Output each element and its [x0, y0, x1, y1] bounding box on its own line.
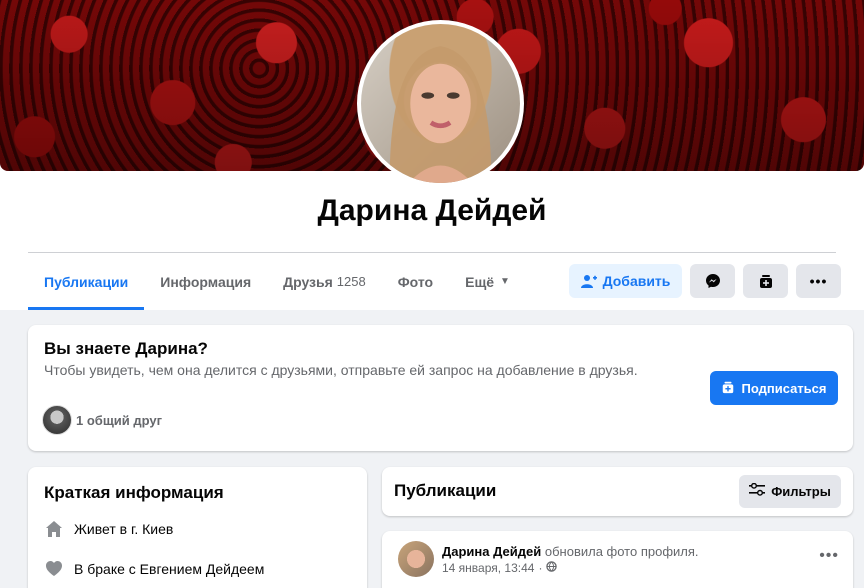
post-meta-separator: ·	[538, 561, 543, 575]
add-friend-label: Добавить	[602, 273, 671, 289]
follow-button[interactable]	[743, 264, 788, 298]
profile-avatar[interactable]	[357, 20, 524, 187]
intro-relationship: В браке с Евгением Дейдеем	[44, 559, 264, 579]
profile-header: Дарина Дейдей Публикации Информация Друз…	[0, 0, 864, 310]
filters-button[interactable]: Фильтры	[739, 475, 841, 508]
post-card: Дарина Дейдей обновила фото профиля. 14 …	[382, 531, 853, 588]
mutual-friends[interactable]: 1 общий друг	[42, 405, 162, 435]
intro-lives-in: Живет в г. Киев	[44, 519, 173, 539]
do-you-know-card: Вы знаете Дарина? Чтобы увидеть, чем она…	[28, 325, 853, 451]
lives-in-prefix: Живет в г.	[74, 521, 139, 537]
heart-icon	[44, 559, 64, 579]
profile-actions: Добавить •••	[569, 264, 841, 298]
tab-friends[interactable]: Друзья 1258	[267, 253, 382, 310]
posts-header-card: Публикации Фильтры	[382, 467, 853, 516]
tab-posts[interactable]: Публикации	[28, 253, 145, 310]
more-dots-icon: •••	[809, 273, 828, 289]
more-options-button[interactable]: •••	[796, 264, 841, 298]
filters-icon	[749, 482, 766, 500]
tab-posts-label: Публикации	[44, 273, 129, 290]
tab-friends-label: Друзья	[283, 273, 333, 290]
tab-more-label: Ещё	[465, 273, 495, 290]
caret-down-icon: ▼	[500, 276, 510, 287]
mutual-friends-label: 1 общий друг	[76, 412, 163, 428]
subscribe-button[interactable]: Подписаться	[710, 371, 838, 405]
tab-about-label: Информация	[160, 273, 252, 290]
post-date[interactable]: 14 января, 13:44	[442, 561, 534, 575]
profile-name: Дарина Дейдей	[317, 194, 547, 227]
tab-more[interactable]: Ещё ▼	[449, 253, 526, 310]
messenger-button[interactable]	[690, 264, 735, 298]
intro-title: Краткая информация	[44, 483, 224, 502]
profile-tabs: Публикации Информация Друзья 1258 Фото Ещ…	[28, 253, 526, 310]
post-header-line: Дарина Дейдей обновила фото профиля.	[442, 544, 699, 559]
add-friend-button[interactable]: Добавить	[569, 264, 682, 298]
do-you-know-title: Вы знаете Дарина?	[44, 339, 208, 358]
do-you-know-text: Чтобы увидеть, чем она делится с друзьям…	[44, 362, 638, 378]
post-author[interactable]: Дарина Дейдей	[442, 544, 541, 559]
follow-icon	[721, 380, 735, 397]
relationship-prefix: В браке с	[74, 561, 136, 577]
spouse-link[interactable]: Евгением Дейдеем	[140, 561, 265, 577]
filters-label: Фильтры	[771, 484, 831, 499]
post-options-button[interactable]: •••	[819, 547, 839, 565]
intro-card: Краткая информация Живет в г. Киев В бра…	[28, 467, 367, 588]
post-author-avatar[interactable]	[398, 541, 434, 577]
home-icon	[44, 519, 64, 539]
posts-title: Публикации	[394, 481, 497, 500]
friends-count: 1258	[336, 274, 366, 289]
post-action: обновила фото профиля.	[544, 544, 699, 559]
tab-photos-label: Фото	[397, 273, 434, 290]
add-friend-icon	[580, 273, 597, 289]
follow-icon	[758, 273, 774, 289]
tab-about[interactable]: Информация	[144, 253, 267, 310]
lives-in-city[interactable]: Киев	[142, 521, 173, 537]
subscribe-label: Подписаться	[741, 380, 827, 396]
globe-icon	[546, 561, 558, 575]
post-meta: 14 января, 13:44 ·	[442, 561, 558, 575]
tab-photos[interactable]: Фото	[382, 253, 449, 310]
profile-avatar-image	[361, 24, 520, 183]
messenger-icon	[705, 273, 721, 289]
mutual-friend-avatar[interactable]	[42, 405, 72, 435]
